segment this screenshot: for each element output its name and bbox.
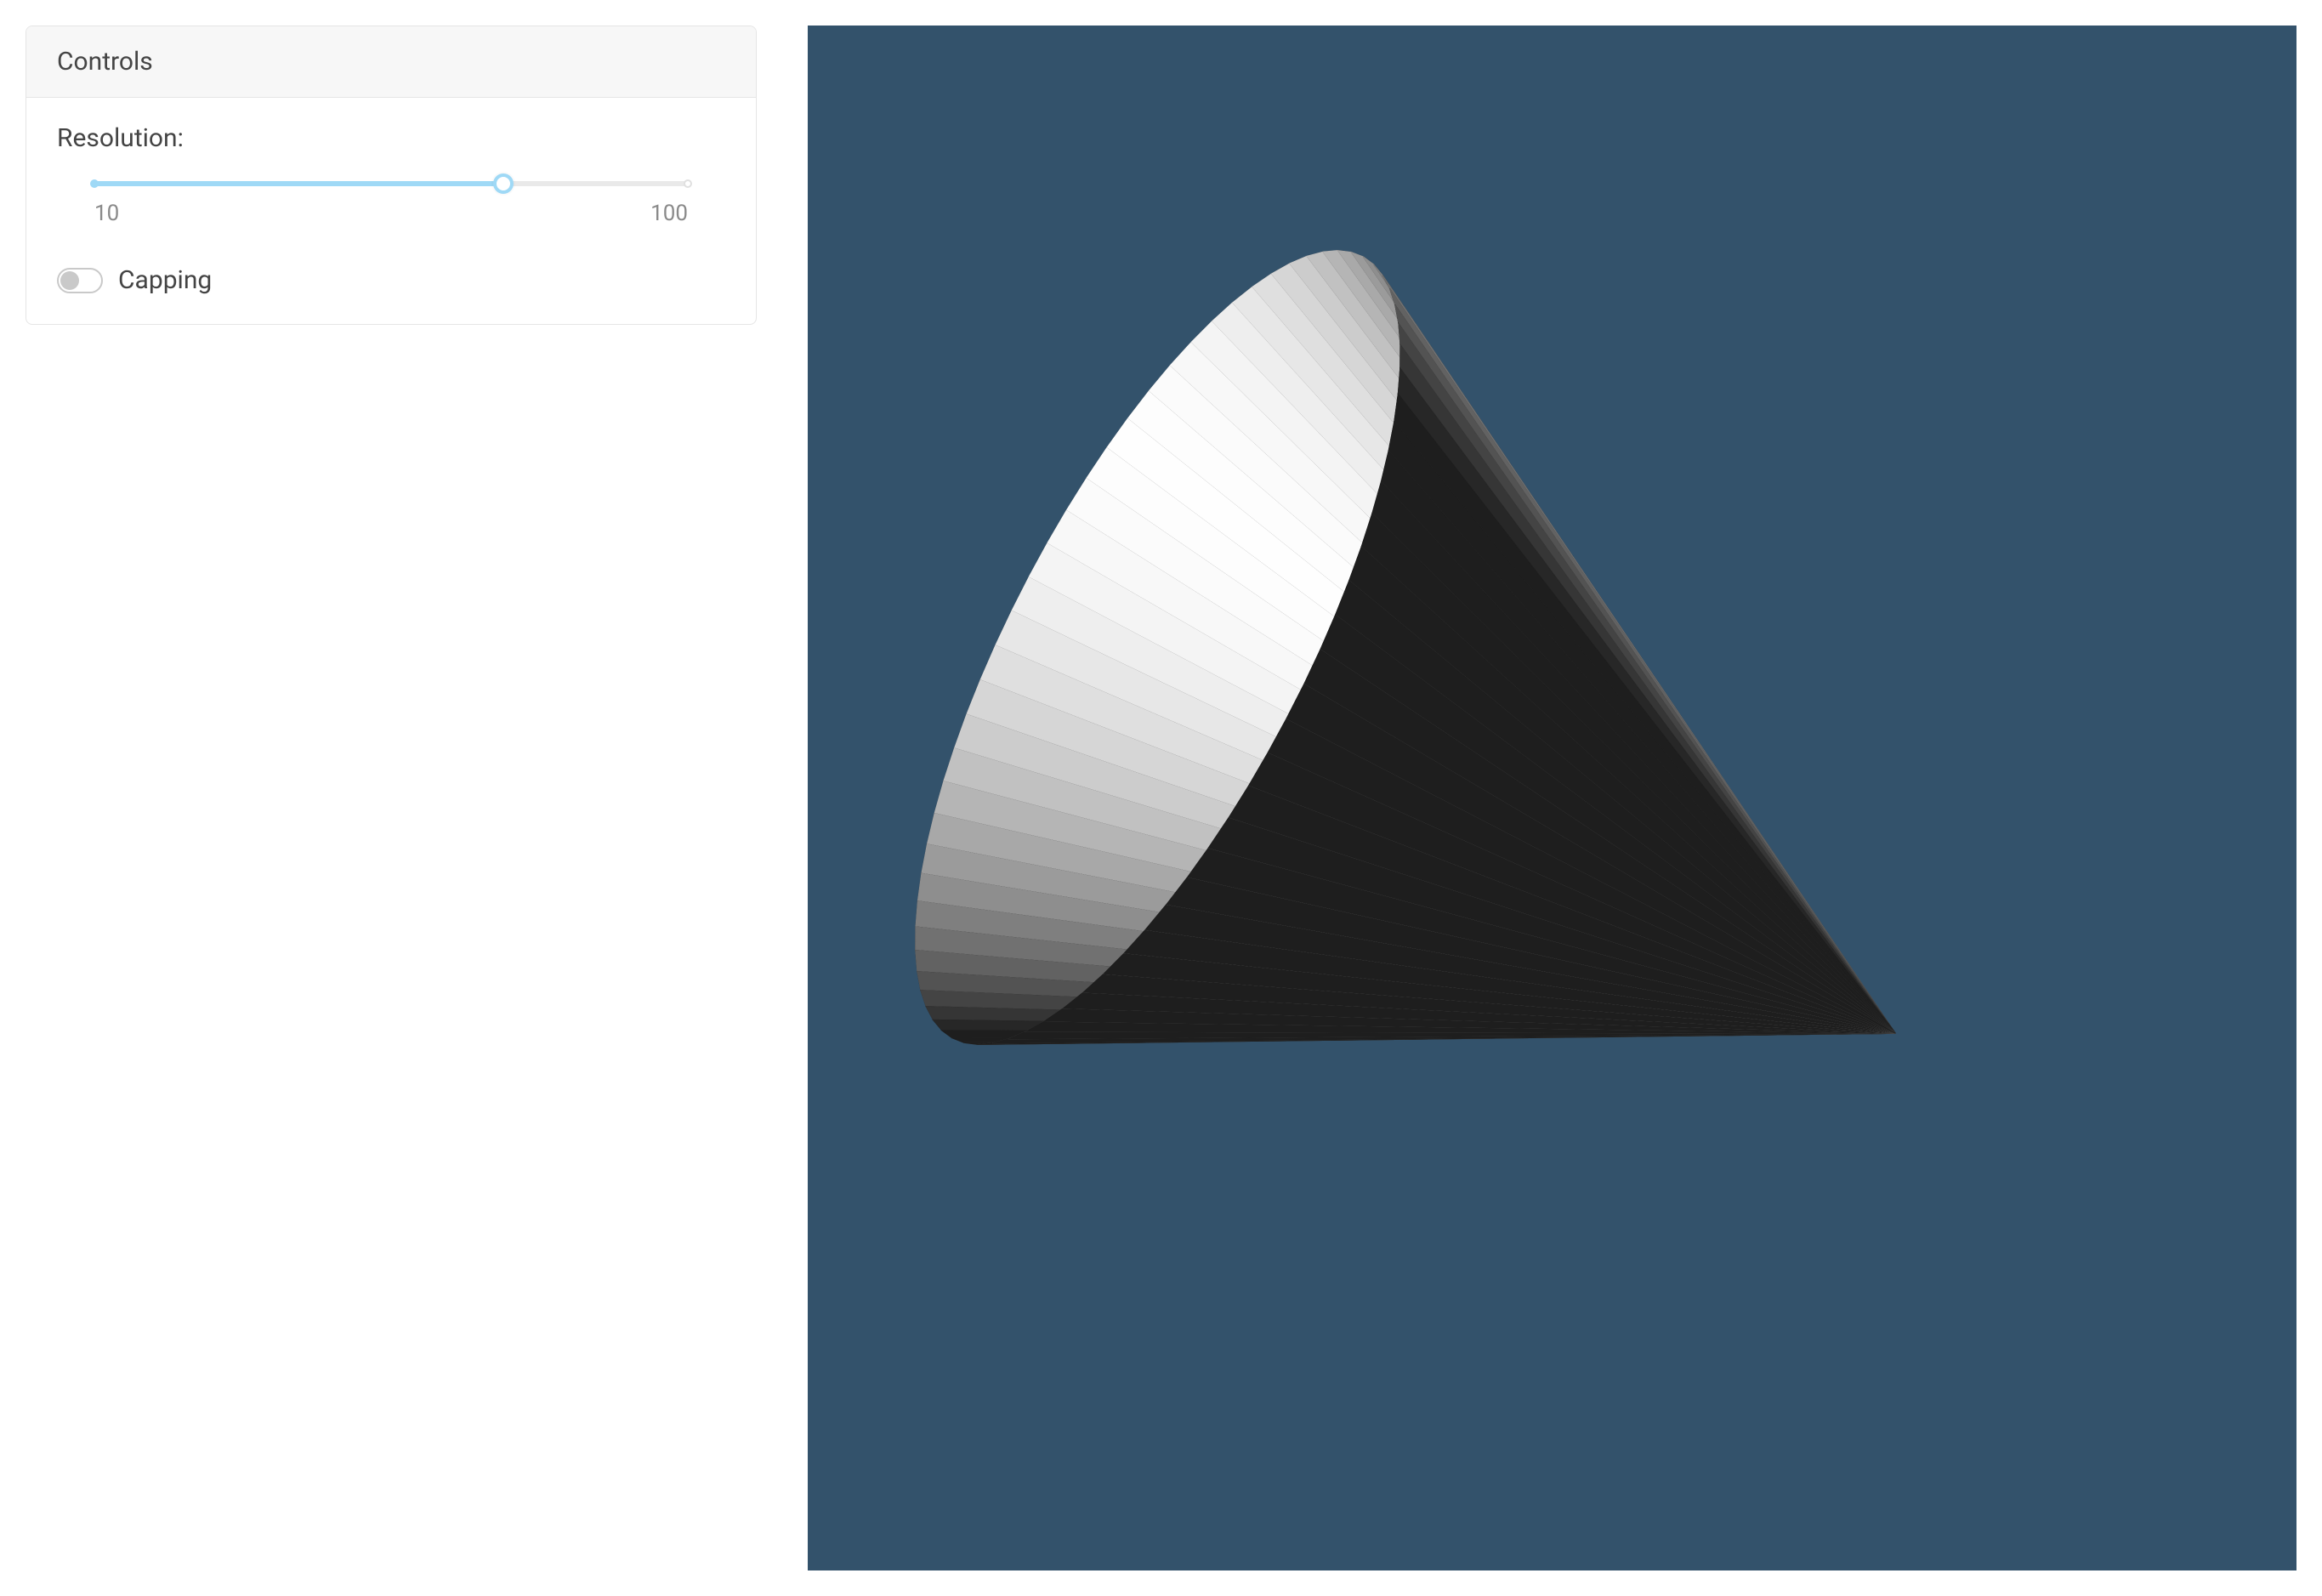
- capping-toggle[interactable]: [57, 268, 103, 293]
- toggle-knob: [60, 271, 79, 290]
- slider-thumb[interactable]: [493, 173, 514, 194]
- slider-min-label: 10: [94, 201, 119, 226]
- resolution-slider[interactable]: 10 100: [57, 173, 725, 226]
- slider-range-labels: 10 100: [94, 201, 688, 226]
- slider-min-dot: [90, 179, 99, 188]
- slider-max-dot: [684, 179, 692, 188]
- capping-label: Capping: [118, 265, 212, 295]
- controls-body: Resolution: 10 100 Capping: [26, 98, 756, 324]
- render-viewport[interactable]: [808, 26, 2296, 1570]
- app-root: Controls Resolution: 10 100: [0, 0, 2322, 1596]
- controls-panel: Controls Resolution: 10 100: [26, 26, 757, 325]
- slider-fill: [94, 181, 503, 186]
- controls-header: Controls: [26, 26, 756, 98]
- cone-render: [808, 26, 2296, 1570]
- slider-max-label: 100: [650, 201, 688, 226]
- capping-toggle-row: Capping: [57, 265, 725, 295]
- slider-track[interactable]: [94, 173, 688, 194]
- resolution-label: Resolution:: [57, 123, 725, 153]
